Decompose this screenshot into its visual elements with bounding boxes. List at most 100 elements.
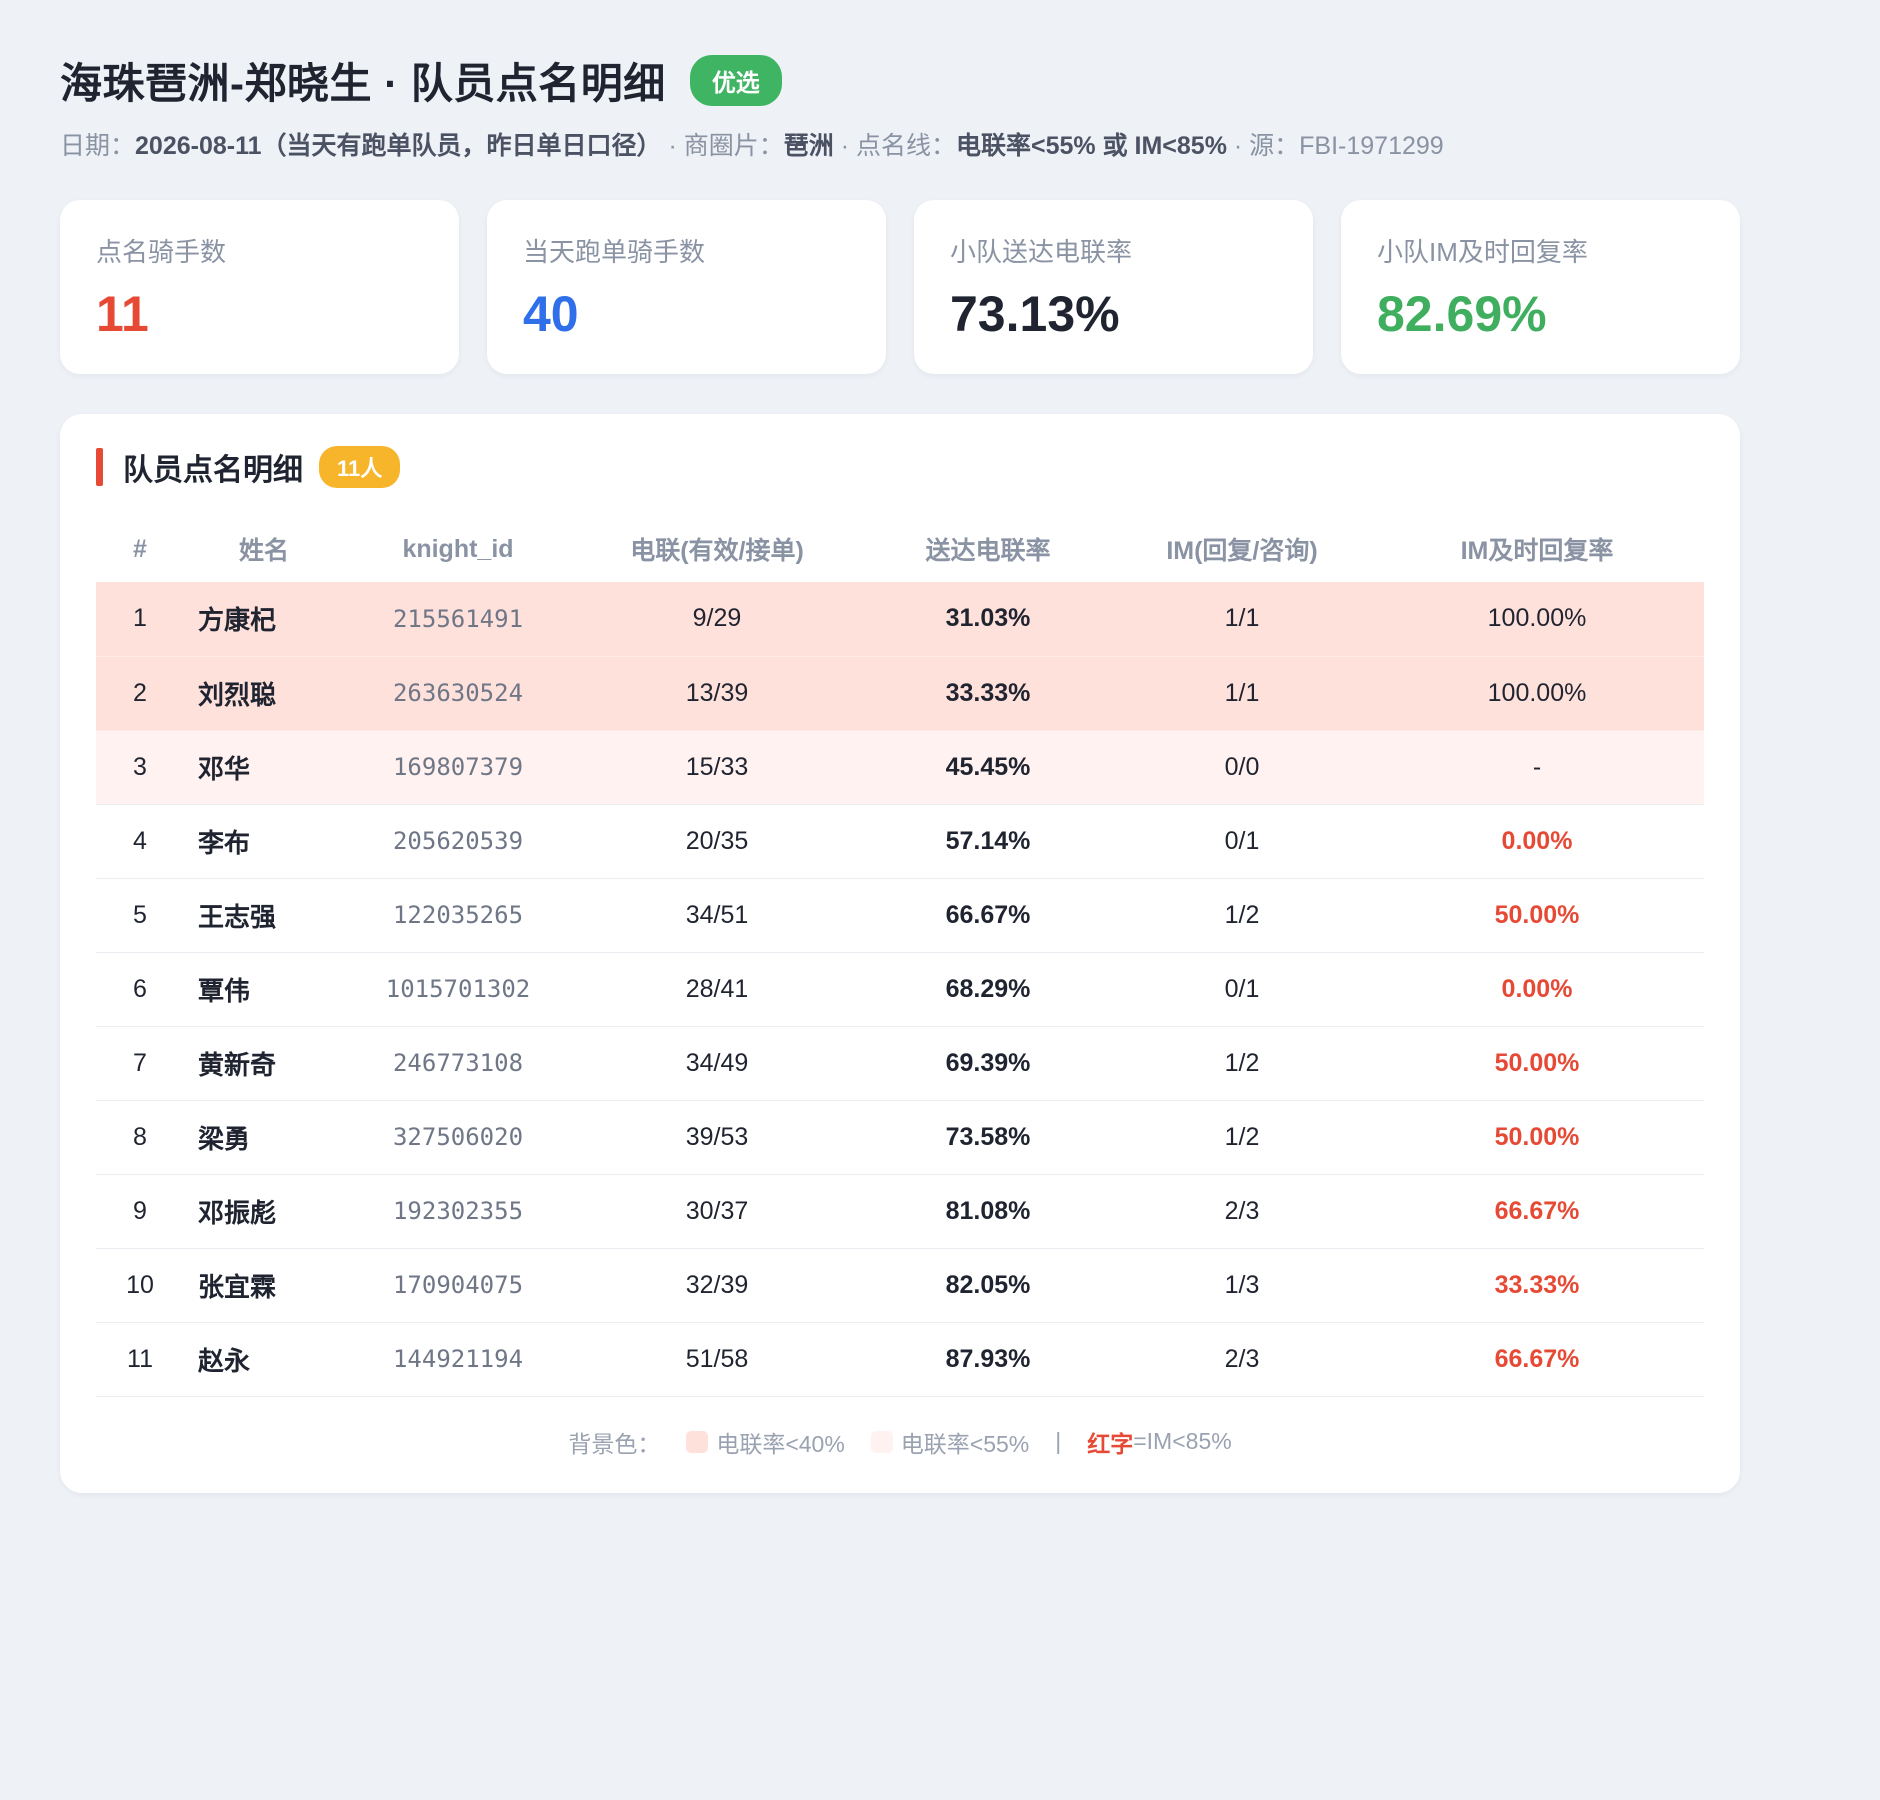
card-label: 小队IM及时回复率	[1377, 237, 1588, 267]
rider-name: 覃伟	[184, 952, 344, 1027]
call-count: 30/37	[572, 1174, 862, 1249]
im-rate: 33.33%	[1370, 1248, 1704, 1323]
im-rate: 50.00%	[1370, 1100, 1704, 1175]
title-row: 海珠琶洲-郑晓生 · 队员点名明细 优选	[60, 48, 1740, 112]
row-index: 2	[96, 656, 184, 731]
date-label: 日期：	[60, 132, 136, 160]
column-header: 姓名	[238, 537, 289, 565]
im-count: 2/3	[1114, 1174, 1370, 1249]
knight-id: 122035265	[344, 878, 572, 953]
panel-title: 队员点名明细	[123, 454, 303, 487]
call-count: 28/41	[572, 952, 862, 1027]
table-row: 7 黄新奇 246773108 34/49 69.39% 1/2 50.00%	[96, 1026, 1704, 1101]
call-count: 15/33	[572, 730, 862, 805]
call-count: 39/53	[572, 1100, 862, 1175]
call-rate: 73.58%	[862, 1100, 1114, 1175]
call-rate: 82.05%	[862, 1248, 1114, 1323]
legend-prefix: 背景色：	[568, 1430, 661, 1457]
row-index: 7	[96, 1026, 184, 1101]
table-row: 10 张宜霖 170904075 32/39 82.05% 1/3 33.33%	[96, 1248, 1704, 1323]
row-index: 10	[96, 1248, 184, 1323]
knight-id: 246773108	[344, 1026, 572, 1101]
legend-swatch-light	[870, 1430, 893, 1453]
rider-name: 赵永	[184, 1322, 344, 1397]
area-value: 琶洲	[783, 132, 834, 160]
call-count: 34/51	[572, 878, 862, 953]
im-count: 1/1	[1114, 656, 1370, 731]
card-value: 11	[96, 286, 149, 342]
legend-red-label: =IM<85%	[1133, 1428, 1232, 1454]
knight-id: 327506020	[344, 1100, 572, 1175]
rider-name: 梁勇	[184, 1100, 344, 1175]
rider-name: 方康杞	[184, 582, 344, 657]
knight-id: 169807379	[344, 730, 572, 805]
call-rate: 45.45%	[862, 730, 1114, 805]
im-count: 1/2	[1114, 1026, 1370, 1101]
column-header: 电联(有效/接单)	[630, 537, 804, 565]
rider-name: 李布	[184, 804, 344, 879]
im-rate: 100.00%	[1370, 582, 1704, 657]
summary-card: 点名骑手数 11	[60, 200, 459, 374]
call-rate: 87.93%	[862, 1322, 1114, 1397]
table-row: 1 方康杞 215561491 9/29 31.03% 1/1 100.00%	[96, 582, 1704, 657]
summary-card: 小队IM及时回复率 82.69%	[1341, 200, 1740, 374]
count-badge: 11人	[319, 446, 401, 488]
call-rate: 81.08%	[862, 1174, 1114, 1249]
rider-name: 邓振彪	[184, 1174, 344, 1249]
call-rate: 33.33%	[862, 656, 1114, 731]
im-count: 0/1	[1114, 952, 1370, 1027]
im-rate: 100.00%	[1370, 656, 1704, 731]
im-rate: 66.67%	[1370, 1322, 1704, 1397]
row-index: 5	[96, 878, 184, 953]
im-count: 0/1	[1114, 804, 1370, 879]
call-rate: 68.29%	[862, 952, 1114, 1027]
im-rate: 66.67%	[1370, 1174, 1704, 1249]
rider-name: 黄新奇	[184, 1026, 344, 1101]
source-text: · 源：FBI-1971299	[1226, 132, 1444, 160]
im-rate: 50.00%	[1370, 1026, 1704, 1101]
column-header: IM(回复/咨询)	[1166, 537, 1318, 565]
row-index: 9	[96, 1174, 184, 1249]
panel-accent-bar	[96, 448, 103, 486]
rider-name: 邓华	[184, 730, 344, 805]
call-count: 9/29	[572, 582, 862, 657]
call-rate: 57.14%	[862, 804, 1114, 879]
card-value: 40	[523, 286, 579, 342]
line-value: 电联率<55% 或 IM<85%	[955, 132, 1227, 160]
date-value: 2026-08-11（当天有跑单队员，昨日单日口径）	[135, 132, 662, 160]
call-count: 32/39	[572, 1248, 862, 1323]
page-title: 海珠琶洲-郑晓生 · 队员点名明细	[60, 59, 666, 107]
rider-name: 王志强	[184, 878, 344, 953]
row-index: 3	[96, 730, 184, 805]
summary-card: 小队送达电联率 73.13%	[914, 200, 1313, 374]
knight-id: 192302355	[344, 1174, 572, 1249]
card-value: 82.69%	[1377, 286, 1547, 342]
card-label: 当天跑单骑手数	[523, 237, 706, 267]
card-label: 小队送达电联率	[950, 237, 1133, 267]
card-label: 点名骑手数	[96, 237, 227, 267]
call-count: 20/35	[572, 804, 862, 879]
knight-id: 1015701302	[344, 952, 572, 1027]
roster-table: # 姓名 knight_id 电联(有效/接单) 送达电联率 IM(回复/咨询) IM及时回…	[96, 516, 1704, 1397]
knight-id: 205620539	[344, 804, 572, 879]
im-count: 1/1	[1114, 582, 1370, 657]
im-rate: 0.00%	[1370, 952, 1704, 1027]
table-row: 6 覃伟 1015701302 28/41 68.29% 0/1 0.00%	[96, 952, 1704, 1027]
panel-header: 队员点名明细 11人	[96, 446, 1704, 488]
im-count: 0/0	[1114, 730, 1370, 805]
legend: 背景色： 电联率<40% 电联率<55% | 红字 =IM<85%	[96, 1425, 1704, 1459]
knight-id: 215561491	[344, 582, 572, 657]
card-value: 73.13%	[950, 286, 1120, 342]
table-row: 11 赵永 144921194 51/58 87.93% 2/3 66.67%	[96, 1322, 1704, 1397]
table-body: 1 方康杞 215561491 9/29 31.03% 1/1 100.00% 2 刘烈聪 263…	[96, 582, 1704, 1397]
legend-swatch-strong	[686, 1430, 709, 1453]
knight-id: 263630524	[344, 656, 572, 731]
im-rate: 50.00%	[1370, 878, 1704, 953]
line-label: · 点名线：	[833, 132, 956, 160]
table-row: 2 刘烈聪 263630524 13/39 33.33% 1/1 100.00%	[96, 656, 1704, 731]
legend-strong-label: 电联率<40%	[716, 1430, 845, 1457]
row-index: 4	[96, 804, 184, 879]
column-header: #	[133, 534, 147, 563]
legend-separator: |	[1055, 1428, 1062, 1454]
call-rate: 31.03%	[862, 582, 1114, 657]
